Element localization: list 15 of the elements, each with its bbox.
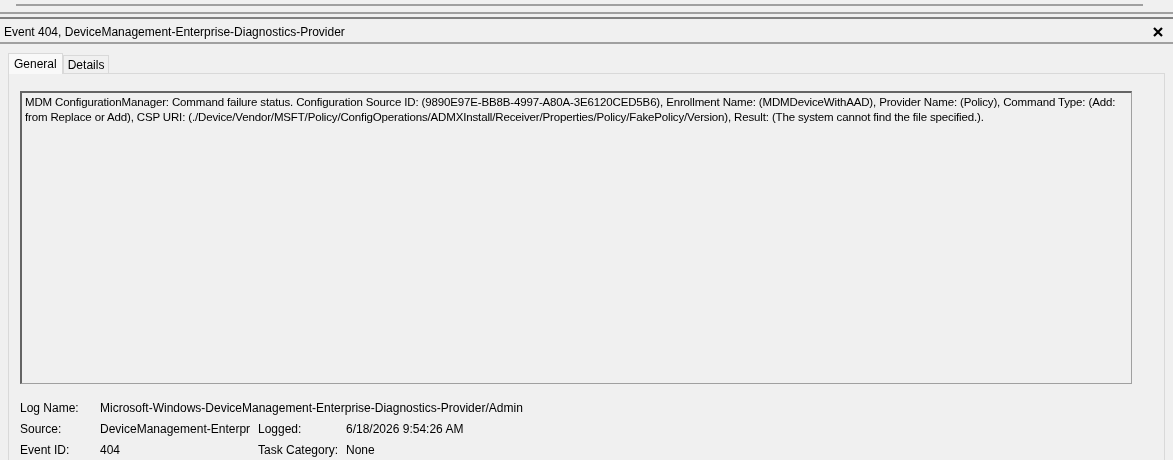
event-description: MDM ConfigurationManager: Command failure status. Configuration Source ID: (9890E97E-BB8B-4997-A80A-3E6120CED5B6), Enrollment Name: (MDMDeviceWithAAD), Provider Name: (Policy), Command Type: (Add: from Replace or Add), CSP URI: (./Device/Vendor/MSFT/Policy/ConfigOperations/ADMXInstall/Receiver/Properties/Policy/FakePolicy/Version), Result: (The system cannot find the file specified.).: [20, 91, 1132, 384]
close-button[interactable]: [1151, 25, 1165, 39]
property-label: Log Name:: [20, 400, 80, 417]
property-value: None: [346, 442, 375, 459]
tab[interactable]: General: [8, 53, 63, 74]
close-icon: [1153, 27, 1163, 37]
property-label: Task Category:: [258, 442, 338, 459]
property-value: 404: [100, 442, 122, 459]
property-value: 6/18/2026 9:54:26 AM: [346, 421, 464, 438]
property-value: DeviceManagement-Enterpr: [100, 421, 252, 438]
window-title: Event 404, DeviceManagement-Enterprise-Diagnostics-Provider: [4, 24, 345, 41]
property-label: Event ID:: [20, 442, 71, 459]
property-label: Logged:: [258, 421, 303, 438]
property-label: Source:: [20, 421, 63, 438]
property-value: Microsoft-Windows-DeviceManagement-Enterprise-Diagnostics-Provider/Admin: [100, 400, 523, 417]
